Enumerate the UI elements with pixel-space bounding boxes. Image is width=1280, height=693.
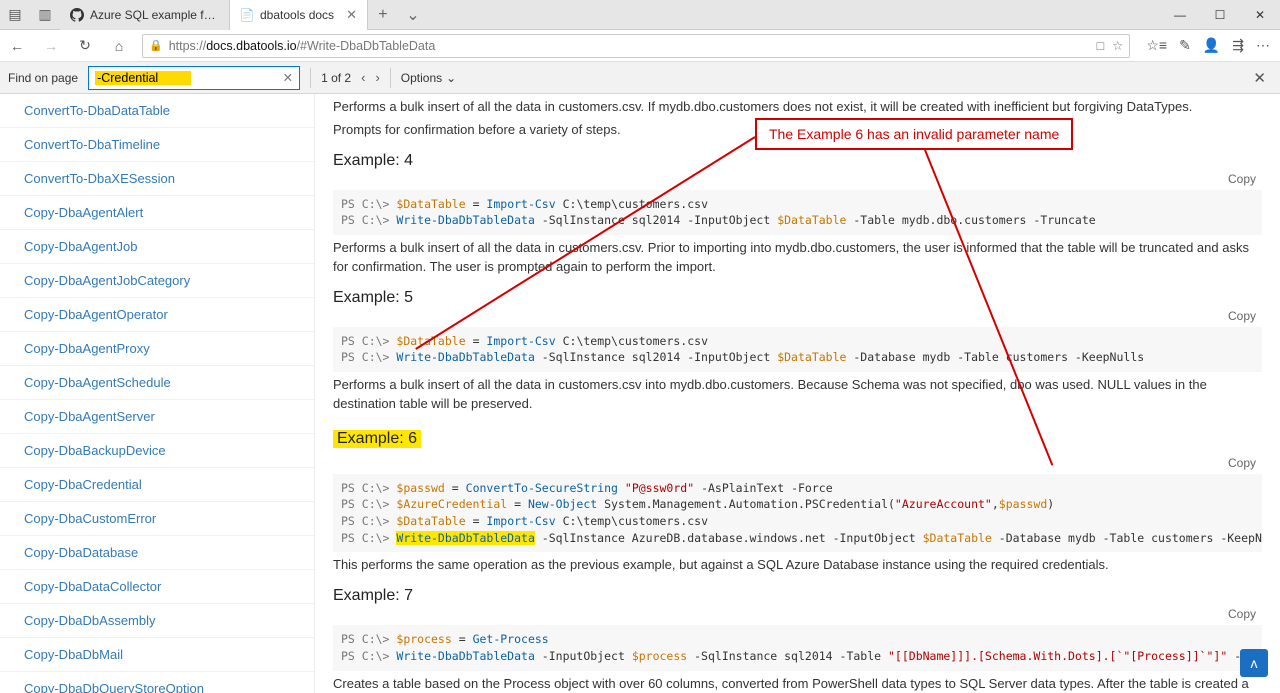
tab-label: Azure SQL example for Writ xyxy=(90,8,219,22)
find-bar: Find on page -Credential ✕ 1 of 2 ‹ › Op… xyxy=(0,62,1280,94)
sidebar-item[interactable]: Copy-DbaAgentSchedule xyxy=(0,366,314,400)
example-4-heading: Example: 4 xyxy=(333,152,1262,170)
example-6-desc: This performs the same operation as the … xyxy=(333,556,1262,575)
url-input[interactable]: 🔒 https://docs.dbatools.io/#Write-DbaDbT… xyxy=(142,34,1130,58)
sidebar-item[interactable]: ConvertTo-DbaDataTable xyxy=(0,94,314,128)
tab-label: dbatools docs xyxy=(260,8,334,22)
lock-icon: 🔒 xyxy=(149,39,163,52)
find-input[interactable]: -Credential ✕ xyxy=(88,66,300,90)
sidebar-item[interactable]: Copy-DbaAgentAlert xyxy=(0,196,314,230)
profile-icon[interactable]: 👤 xyxy=(1203,37,1220,54)
tab-github[interactable]: Azure SQL example for Writ xyxy=(60,0,230,30)
chevron-down-icon: ⌄ xyxy=(446,71,456,85)
scroll-top-button[interactable]: ʌ xyxy=(1240,649,1268,677)
tab-dbatools[interactable]: 📄 dbatools docs ✕ xyxy=(230,0,368,30)
reload-button[interactable]: ↻ xyxy=(68,37,102,54)
sidebar-item[interactable]: Copy-DbaDatabase xyxy=(0,536,314,570)
close-tab-icon[interactable]: ✕ xyxy=(346,7,357,23)
sidebar-item[interactable]: Copy-DbaDbQueryStoreOption xyxy=(0,672,314,693)
sidebar-item[interactable]: Copy-DbaAgentProxy xyxy=(0,332,314,366)
copy-button[interactable]: Copy xyxy=(1228,172,1256,186)
github-icon xyxy=(70,8,84,22)
tab-actions-icon[interactable]: ▤ xyxy=(0,6,30,23)
code-block-ex6[interactable]: PS C:\> $passwd = ConvertTo-SecureString… xyxy=(333,474,1262,553)
set-aside-icon[interactable]: ▥ xyxy=(30,6,60,23)
favorites-icon[interactable]: ☆≡ xyxy=(1146,37,1167,54)
example-4-desc: Performs a bulk insert of all the data i… xyxy=(333,239,1262,277)
find-prev-button[interactable]: ‹ xyxy=(361,70,365,85)
example-5-heading: Example: 5 xyxy=(333,289,1262,307)
sidebar-item[interactable]: Copy-DbaAgentServer xyxy=(0,400,314,434)
example-6-heading: Example: 6 xyxy=(333,430,421,448)
example-5-desc: Performs a bulk insert of all the data i… xyxy=(333,376,1262,414)
reading-view-icon[interactable]: □ xyxy=(1097,39,1105,53)
example-7-heading: Example: 7 xyxy=(333,587,1262,605)
sidebar: ConvertTo-DbaDataTable ConvertTo-DbaTime… xyxy=(0,94,315,693)
minimize-button[interactable]: — xyxy=(1160,0,1200,29)
code-block-ex5[interactable]: PS C:\> $DataTable = Import-Csv C:\temp\… xyxy=(333,327,1262,372)
find-count: 1 of 2 xyxy=(321,71,351,85)
main-content: Performs a bulk insert of all the data i… xyxy=(315,94,1280,693)
clear-find-icon[interactable]: ✕ xyxy=(283,70,293,85)
sidebar-item[interactable]: Copy-DbaBackupDevice xyxy=(0,434,314,468)
url-scheme: https:// xyxy=(169,39,207,53)
star-icon[interactable]: ☆ xyxy=(1112,38,1123,53)
sidebar-item[interactable]: Copy-DbaCredential xyxy=(0,468,314,502)
sidebar-item[interactable]: Copy-DbaCustomError xyxy=(0,502,314,536)
sidebar-item[interactable]: Copy-DbaAgentJobCategory xyxy=(0,264,314,298)
sidebar-item[interactable]: Copy-DbaDbMail xyxy=(0,638,314,672)
notes-icon[interactable]: ✎ xyxy=(1179,37,1191,54)
find-options-dropdown[interactable]: Options ⌄ xyxy=(401,71,456,85)
find-label: Find on page xyxy=(8,71,78,85)
url-path: /#Write-DbaDbTableData xyxy=(297,39,436,53)
ex7-desc: Creates a table based on the Process obj… xyxy=(333,675,1262,693)
sidebar-item[interactable]: Copy-DbaAgentOperator xyxy=(0,298,314,332)
find-next-button[interactable]: › xyxy=(375,70,379,85)
address-bar: ← → ↻ ⌂ 🔒 https://docs.dbatools.io/#Writ… xyxy=(0,30,1280,62)
share-icon[interactable]: ⇶ xyxy=(1232,37,1244,54)
sidebar-item[interactable]: ConvertTo-DbaTimeline xyxy=(0,128,314,162)
code-block-ex4[interactable]: PS C:\> $DataTable = Import-Csv C:\temp\… xyxy=(333,190,1262,235)
home-button[interactable]: ⌂ xyxy=(102,38,136,54)
sidebar-item[interactable]: Copy-DbaDataCollector xyxy=(0,570,314,604)
maximize-button[interactable]: ☐ xyxy=(1200,0,1240,29)
options-label: Options xyxy=(401,71,442,85)
more-icon[interactable]: ⋯ xyxy=(1256,37,1270,54)
sidebar-item[interactable]: Copy-DbaDbAssembly xyxy=(0,604,314,638)
sidebar-item[interactable]: ConvertTo-DbaXESession xyxy=(0,162,314,196)
code-block-ex7[interactable]: PS C:\> $process = Get-Process PS C:\> W… xyxy=(333,625,1262,670)
tab-caret-icon[interactable]: ⌄ xyxy=(398,0,428,29)
new-tab-button[interactable]: + xyxy=(368,0,398,29)
copy-button[interactable]: Copy xyxy=(1228,607,1256,621)
forward-button: → xyxy=(34,38,68,54)
page-icon: 📄 xyxy=(240,8,254,22)
back-button[interactable]: ← xyxy=(0,38,34,54)
annotation-callout: The Example 6 has an invalid parameter n… xyxy=(755,118,1073,150)
find-text: -Credential xyxy=(95,71,191,85)
copy-button[interactable]: Copy xyxy=(1228,309,1256,323)
close-window-button[interactable]: ✕ xyxy=(1240,0,1280,29)
copy-button[interactable]: Copy xyxy=(1228,456,1256,470)
intro-text: Performs a bulk insert of all the data i… xyxy=(333,98,1262,117)
sidebar-item[interactable]: Copy-DbaAgentJob xyxy=(0,230,314,264)
url-host: docs.dbatools.io xyxy=(206,39,296,53)
window-titlebar: ▤ ▥ Azure SQL example for Writ 📄 dbatool… xyxy=(0,0,1280,30)
close-find-button[interactable]: ✕ xyxy=(1247,69,1272,87)
